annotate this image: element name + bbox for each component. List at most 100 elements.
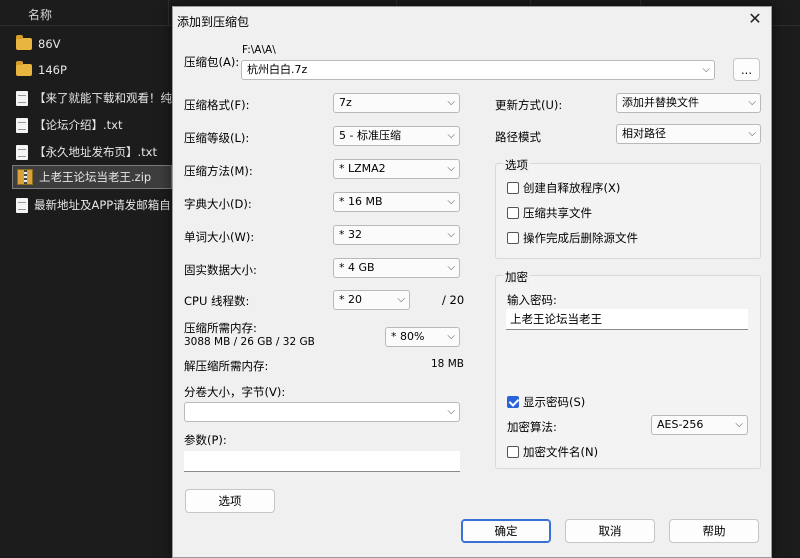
chevron-down-icon: ⌵ xyxy=(447,97,455,108)
checkbox-box xyxy=(507,207,519,219)
level-value: 5 - 标准压缩 xyxy=(339,129,401,142)
update-mode-select[interactable]: 添加并替换文件 ⌵ xyxy=(616,93,761,113)
word-value: * 32 xyxy=(339,228,362,241)
checkbox-box xyxy=(507,232,519,244)
threads-value: * 20 xyxy=(339,293,362,306)
method-label: 压缩方法(M): xyxy=(184,164,253,178)
file-name: 86V xyxy=(38,37,61,51)
word-label: 单词大小(W): xyxy=(184,230,255,244)
file-name: 【来了就能下载和观看！纯 xyxy=(34,91,172,105)
folder-icon xyxy=(16,35,32,50)
text-file-icon xyxy=(16,144,28,160)
dict-label: 字典大小(D): xyxy=(184,197,252,211)
archive-label: 压缩包(A): xyxy=(184,55,240,69)
format-select[interactable]: 7z ⌵ xyxy=(333,93,460,113)
dialog-title: 添加到压缩包 xyxy=(177,15,250,29)
encryption-method-select[interactable]: AES-256 ⌵ xyxy=(651,415,748,435)
params-input[interactable] xyxy=(184,451,460,472)
options-group-title: 选项 xyxy=(503,157,530,173)
solid-select[interactable]: * 4 GB ⌵ xyxy=(333,258,460,278)
dict-value: * 16 MB xyxy=(339,195,383,208)
shared-files-label: 压缩共享文件 xyxy=(523,206,592,220)
chevron-down-icon: ⌵ xyxy=(447,331,455,342)
archive-path: F:\A\A\ xyxy=(242,44,276,56)
sfx-checkbox[interactable]: 创建自释放程序(X) xyxy=(507,180,620,196)
level-select[interactable]: 5 - 标准压缩 ⌵ xyxy=(333,126,460,146)
memory-value: * 80% xyxy=(391,330,425,343)
encrypt-names-label: 加密文件名(N) xyxy=(523,445,599,459)
chevron-down-icon: ⌵ xyxy=(447,196,455,207)
list-item-file[interactable]: 最新地址及APP请发邮箱自 xyxy=(12,193,172,217)
text-file-icon xyxy=(16,197,28,213)
list-item-file[interactable]: 【论坛介绍】.txt xyxy=(12,113,172,137)
chevron-down-icon: ⌵ xyxy=(447,229,455,240)
update-mode-value: 添加并替换文件 xyxy=(622,96,699,109)
split-size-combo[interactable]: ⌵ xyxy=(184,402,460,422)
folder-icon xyxy=(16,61,32,76)
split-label: 分卷大小，字节(V): xyxy=(184,385,286,399)
list-item-file[interactable]: 【永久地址发布页】.txt xyxy=(12,140,172,164)
browse-button[interactable]: ... xyxy=(733,58,760,81)
list-item-folder[interactable]: 146P xyxy=(12,58,172,82)
encryption-method-value: AES-256 xyxy=(657,418,704,431)
help-button[interactable]: 帮助 xyxy=(669,519,759,543)
chevron-down-icon: ⌵ xyxy=(447,130,455,141)
encryption-method-label: 加密算法: xyxy=(507,420,557,434)
dialog-titlebar[interactable]: 添加到压缩包 ✕ xyxy=(173,7,771,33)
chevron-down-icon: ⌵ xyxy=(735,419,743,430)
cancel-button[interactable]: 取消 xyxy=(565,519,655,543)
threads-select[interactable]: * 20 ⌵ xyxy=(333,290,410,310)
format-value: 7z xyxy=(339,96,352,109)
path-mode-value: 相对路径 xyxy=(622,127,666,140)
chevron-down-icon: ⌵ xyxy=(748,128,756,139)
show-password-checkbox[interactable]: 显示密码(S) xyxy=(507,394,585,410)
chevron-down-icon: ⌵ xyxy=(447,163,455,174)
chevron-down-icon: ⌵ xyxy=(447,406,455,417)
ok-button[interactable]: 确定 xyxy=(461,519,551,543)
chevron-down-icon: ⌵ xyxy=(447,262,455,273)
close-icon[interactable]: ✕ xyxy=(745,9,765,29)
archive-name-combo[interactable]: 杭州白白.7z ⌵ xyxy=(241,60,715,80)
chevron-down-icon: ⌵ xyxy=(397,294,405,305)
memory-detail: 3088 MB / 26 GB / 32 GB xyxy=(184,336,315,348)
delete-after-label: 操作完成后删除源文件 xyxy=(523,231,638,245)
path-mode-label: 路径模式 xyxy=(495,130,541,144)
threads-max: / 20 xyxy=(442,293,465,307)
level-label: 压缩等级(L): xyxy=(184,131,250,145)
solid-value: * 4 GB xyxy=(339,261,375,274)
checkbox-checked xyxy=(507,396,519,408)
file-name: 【论坛介绍】.txt xyxy=(34,118,123,132)
file-name: 最新地址及APP请发邮箱自 xyxy=(34,198,171,212)
text-file-icon xyxy=(16,90,28,106)
solid-label: 固实数据大小: xyxy=(184,263,257,277)
options-button[interactable]: 选项 xyxy=(185,489,275,513)
decompress-memory-label: 解压缩所需内存: xyxy=(184,359,269,373)
path-mode-select[interactable]: 相对路径 ⌵ xyxy=(616,124,761,144)
delete-after-checkbox[interactable]: 操作完成后删除源文件 xyxy=(507,230,638,246)
column-divider xyxy=(168,0,169,26)
shared-files-checkbox[interactable]: 压缩共享文件 xyxy=(507,205,592,221)
password-input[interactable]: 上老王论坛当老王 xyxy=(506,309,748,330)
memory-select[interactable]: * 80% ⌵ xyxy=(385,327,460,347)
method-select[interactable]: * LZMA2 ⌵ xyxy=(333,159,460,179)
dict-select[interactable]: * 16 MB ⌵ xyxy=(333,192,460,212)
decompress-memory-value: 18 MB xyxy=(431,358,464,370)
checkbox-box xyxy=(507,182,519,194)
sfx-label: 创建自释放程序(X) xyxy=(523,181,621,195)
list-item-file-selected[interactable]: 上老王论坛当老王.zip xyxy=(12,165,172,189)
file-name: 上老王论坛当老王.zip xyxy=(39,170,152,184)
archive-filename: 杭州白白.7z xyxy=(247,63,308,76)
file-name: 146P xyxy=(38,63,67,77)
zip-file-icon xyxy=(17,169,33,185)
list-item-folder[interactable]: 86V xyxy=(12,32,172,56)
method-value: * LZMA2 xyxy=(339,162,386,175)
encrypt-names-checkbox[interactable]: 加密文件名(N) xyxy=(507,444,598,460)
show-password-label: 显示密码(S) xyxy=(523,395,586,409)
word-select[interactable]: * 32 ⌵ xyxy=(333,225,460,245)
chevron-down-icon: ⌵ xyxy=(702,64,710,75)
list-item-file[interactable]: 【来了就能下载和观看！纯 xyxy=(12,86,172,110)
column-name-header[interactable]: 名称 xyxy=(28,6,52,23)
file-name: 【永久地址发布页】.txt xyxy=(34,145,157,159)
password-label: 输入密码: xyxy=(507,293,557,307)
params-label: 参数(P): xyxy=(184,433,227,447)
